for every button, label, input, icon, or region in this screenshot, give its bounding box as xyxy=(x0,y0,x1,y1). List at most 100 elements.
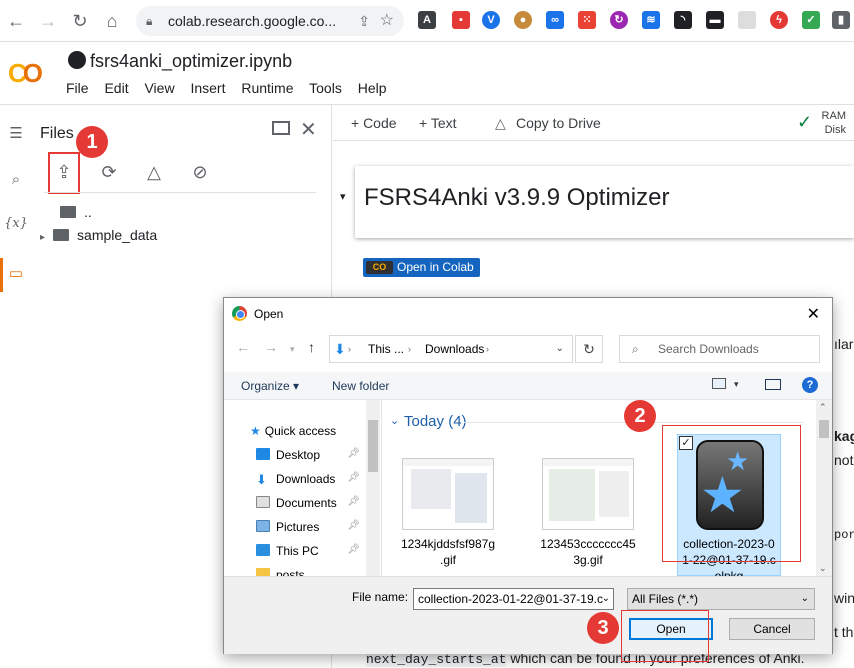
file-name-input[interactable]: collection-2023-01-22@01-37-19.c ⌄ xyxy=(413,588,614,610)
copy-to-drive-button[interactable]: Copy to Drive xyxy=(516,115,601,131)
file-row-parent[interactable]: .. xyxy=(60,204,92,220)
extension-circle-icon[interactable]: ↻ xyxy=(610,11,628,29)
reload-icon[interactable]: ↻ xyxy=(68,9,92,33)
scroll-thumb[interactable] xyxy=(368,420,378,472)
colab-logo[interactable]: CO xyxy=(8,58,43,89)
file-type-select[interactable]: All Files (*.*) ⌄ xyxy=(627,588,815,610)
cancel-button[interactable]: Cancel xyxy=(729,618,815,640)
close-icon[interactable]: ✕ xyxy=(807,304,820,324)
menu-file[interactable]: File xyxy=(66,80,89,96)
content-scrollbar[interactable]: ⌃ ⌄ xyxy=(816,400,832,576)
extension-a-icon[interactable]: A xyxy=(418,11,436,29)
dialog-title: Open xyxy=(254,307,284,321)
nav-this-pc[interactable]: This PC 📌︎ xyxy=(256,544,366,558)
path-bar[interactable]: ⬇ › This ... › Downloads › ⌄ xyxy=(329,335,573,363)
open-in-colab-badge[interactable]: CO Open in Colab xyxy=(363,258,480,277)
file-label-1[interactable]: 1234kjddsfsf987g .gif xyxy=(390,536,506,568)
bg-text-fragment: win xyxy=(834,590,854,606)
chevron-down-icon: ⌄ xyxy=(800,593,809,604)
extension-mask-icon[interactable]: ▬ xyxy=(706,11,724,29)
menu-runtime[interactable]: Runtime xyxy=(241,80,293,96)
scroll-down-icon[interactable]: ⌄ xyxy=(819,563,827,574)
desktop-icon xyxy=(256,448,270,460)
back-arrow-icon[interactable]: ← xyxy=(236,339,250,355)
resource-indicator[interactable]: RAM Disk xyxy=(822,109,846,137)
help-icon[interactable]: ? xyxy=(802,377,818,393)
back-icon[interactable]: ← xyxy=(4,9,28,33)
menu-help[interactable]: Help xyxy=(358,80,387,96)
folder-icon xyxy=(256,568,270,576)
extension-link-icon[interactable]: ∞ xyxy=(546,11,564,29)
add-text-button[interactable]: + Text xyxy=(419,115,457,131)
refresh-folder-icon[interactable]: ⟳ xyxy=(95,158,123,186)
hide-files-icon[interactable]: ⊘ xyxy=(186,158,214,186)
forward-icon[interactable]: → xyxy=(36,9,60,33)
share-icon[interactable]: ⇪ xyxy=(358,6,370,36)
chevron-right-icon: › xyxy=(348,344,351,354)
chevron-down-icon[interactable]: ⌄ xyxy=(602,589,610,609)
connected-check-icon: ✓ xyxy=(797,112,813,132)
new-folder-button[interactable]: New folder xyxy=(332,379,389,393)
chevron-down-icon[interactable]: ⌄ xyxy=(556,336,564,362)
notebook-title[interactable]: fsrs4anki_optimizer.ipynb xyxy=(90,51,292,71)
view-dropdown-icon[interactable]: ▾ xyxy=(734,379,739,390)
menu-view[interactable]: View xyxy=(144,80,174,96)
extension-wave-icon[interactable]: ≋ xyxy=(642,11,660,29)
extension-cookie-icon[interactable]: ● xyxy=(514,11,532,29)
menu-edit[interactable]: Edit xyxy=(104,80,128,96)
extension-more-icon[interactable]: ▮ xyxy=(832,11,850,29)
variables-icon[interactable]: {x} xyxy=(0,216,32,231)
nav-label: Downloads xyxy=(276,472,336,486)
nav-pictures[interactable]: Pictures 📌︎ xyxy=(256,520,366,534)
file-label-2[interactable]: 123453ccccccc45 3g.gif xyxy=(530,536,646,568)
nav-downloads[interactable]: ⬇ Downloads 📌︎ xyxy=(256,472,366,487)
breadcrumb-downloads[interactable]: Downloads xyxy=(425,336,484,362)
home-icon[interactable]: ⌂ xyxy=(100,9,124,33)
file-thumbnail[interactable] xyxy=(542,458,634,530)
add-code-button[interactable]: + Code xyxy=(351,115,397,131)
nav-quick-access[interactable]: ★ Quick access xyxy=(250,424,336,438)
pin-icon: 📌︎ xyxy=(347,472,360,483)
group-header[interactable]: Today (4) xyxy=(404,413,467,430)
downloads-icon: ⬇ xyxy=(256,472,267,487)
preview-pane-icon[interactable] xyxy=(765,379,781,390)
extension-bolt-icon[interactable]: ϟ xyxy=(770,11,788,29)
mount-drive-icon[interactable]: △ xyxy=(140,158,168,186)
scroll-thumb[interactable] xyxy=(819,420,829,438)
extension-check-icon[interactable]: ✓ xyxy=(802,11,820,29)
address-bar[interactable]: 🔒︎ colab.research.google.co... ⇪ ☆ xyxy=(136,6,404,36)
nav-documents[interactable]: Documents 📌︎ xyxy=(256,496,366,510)
pin-icon: 📌︎ xyxy=(347,520,360,531)
close-panel-icon[interactable]: ✕ xyxy=(300,117,317,142)
expand-panel-icon[interactable] xyxy=(272,121,290,135)
nav-posts[interactable]: posts xyxy=(256,568,305,576)
file-thumbnail[interactable] xyxy=(402,458,494,530)
star-icon: ★ xyxy=(250,424,261,438)
toc-icon[interactable]: ☰ xyxy=(0,124,32,142)
scroll-up-icon[interactable]: ⌃ xyxy=(819,402,827,413)
up-arrow-icon[interactable]: ↑ xyxy=(308,339,315,355)
forward-arrow-icon[interactable]: → xyxy=(264,339,278,355)
file-row-sample-data[interactable]: ▸ sample_data xyxy=(40,227,157,243)
search-input[interactable]: ⌕ Search Downloads xyxy=(619,335,820,363)
extension-todo-icon[interactable]: ▪ xyxy=(452,11,470,29)
menu-tools[interactable]: Tools xyxy=(309,80,342,96)
chevron-right-icon[interactable]: ▸ xyxy=(40,232,45,243)
menu-insert[interactable]: Insert xyxy=(190,80,225,96)
recent-dropdown-icon[interactable]: ▾ xyxy=(290,344,295,355)
extension-grid-icon[interactable]: ⁙ xyxy=(578,11,596,29)
bookmark-star-icon[interactable]: ☆ xyxy=(380,6,394,36)
view-options-icon[interactable] xyxy=(712,378,726,389)
extension-rss-icon[interactable]: ◝ xyxy=(674,11,692,29)
breadcrumb-this-pc[interactable]: This ... xyxy=(368,336,404,362)
nav-scrollbar[interactable] xyxy=(366,400,380,576)
organize-menu[interactable]: Organize ▾ xyxy=(241,379,299,393)
extension-blank-icon[interactable] xyxy=(738,11,756,29)
search-icon[interactable]: ⌕ xyxy=(0,171,32,188)
collapse-caret-icon[interactable]: ▾ xyxy=(340,190,346,203)
folder-icon[interactable]: ▭ xyxy=(0,264,32,282)
nav-desktop[interactable]: Desktop 📌︎ xyxy=(256,448,366,462)
extension-v-icon[interactable]: V xyxy=(482,11,500,29)
refresh-button[interactable]: ↻ xyxy=(575,335,603,363)
chevron-down-icon[interactable]: ⌄ xyxy=(390,414,399,427)
